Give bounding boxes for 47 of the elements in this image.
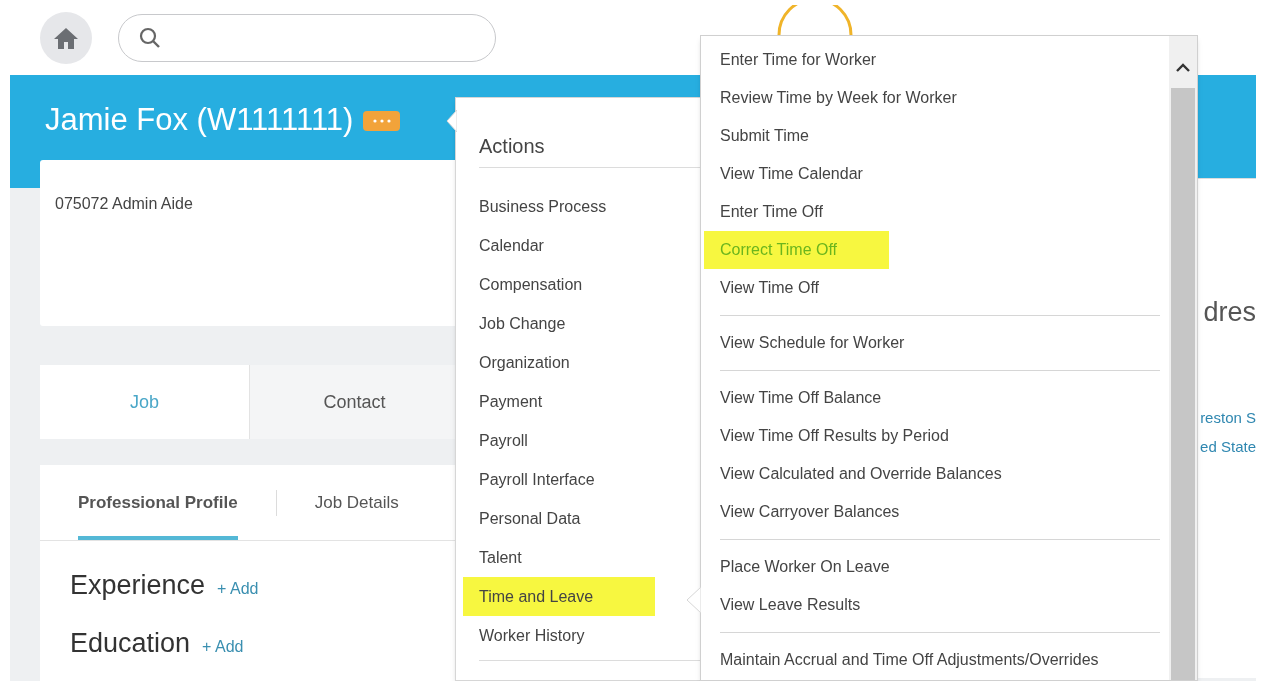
menu-item[interactable]: View Schedule for Worker — [720, 324, 905, 362]
search-icon — [139, 26, 161, 49]
menu-item[interactable]: Organization — [479, 343, 570, 382]
scroll-up-icon[interactable] — [1175, 62, 1191, 72]
menu-item[interactable]: Payroll — [479, 421, 528, 460]
menu-item[interactable]: View Carryover Balances — [720, 493, 900, 531]
menu-title: Actions — [479, 134, 546, 159]
menu-item[interactable]: Time and Leave — [463, 577, 655, 616]
menu-item[interactable]: Enter Time Off — [720, 193, 823, 231]
add-link[interactable]: + Add — [202, 635, 244, 659]
menu-item[interactable]: View Time Off — [720, 269, 819, 307]
home-icon — [53, 25, 79, 50]
scrollbar-thumb[interactable] — [1171, 88, 1195, 680]
menu-item[interactable]: Payroll Interface — [479, 460, 595, 499]
worker-name: Jamie Fox (W1111111) — [45, 101, 354, 139]
position-text: 075072 Admin Aide — [55, 195, 193, 212]
home-button[interactable] — [40, 11, 92, 64]
menu-item[interactable]: View Time Off Balance — [720, 379, 882, 417]
scrollbar[interactable] — [1169, 36, 1197, 680]
menu-item[interactable]: Place Worker On Leave — [720, 548, 890, 586]
menu-item[interactable]: Compensation — [479, 265, 583, 304]
add-link[interactable]: + Add — [217, 577, 259, 601]
menu-item[interactable]: Business Process — [479, 187, 607, 226]
menu-item[interactable]: View Time Off Results by Period — [720, 417, 949, 455]
menu-item[interactable]: Talent — [479, 538, 522, 577]
more-actions-button[interactable] — [363, 111, 401, 131]
menu-item[interactable]: Job Change — [479, 304, 566, 343]
menu-item[interactable]: View Time Calendar — [720, 155, 863, 193]
section-heading: dres — [1203, 296, 1256, 329]
more-icon — [371, 119, 392, 123]
menu-item[interactable]: Calendar — [479, 226, 544, 265]
menu-item[interactable]: Review Time by Week for Worker — [720, 79, 957, 117]
menu-item[interactable]: Maintain Accrual and Time Off Adjustments/Overrides — [720, 641, 1099, 679]
address-link[interactable]: ed State — [1200, 435, 1256, 458]
tab[interactable]: Job Details — [314, 465, 399, 540]
address-link[interactable]: reston S — [1200, 407, 1256, 430]
section-title: Experience — [70, 569, 206, 601]
menu-item[interactable]: View Leave Results — [720, 586, 861, 624]
menu-item[interactable]: Personal Data — [479, 499, 581, 538]
logo-icon — [776, 5, 854, 35]
menu-item[interactable]: Payment — [479, 382, 543, 421]
menu-item[interactable]: Enter Time for Worker — [720, 41, 877, 79]
tab[interactable]: Professional Profile — [78, 465, 238, 540]
section-title: Education — [70, 627, 191, 659]
menu-item[interactable]: View Calculated and Override Balances — [720, 455, 1002, 493]
menu-item[interactable]: Submit Time — [720, 117, 809, 155]
menu-item[interactable]: Worker History — [479, 616, 585, 655]
